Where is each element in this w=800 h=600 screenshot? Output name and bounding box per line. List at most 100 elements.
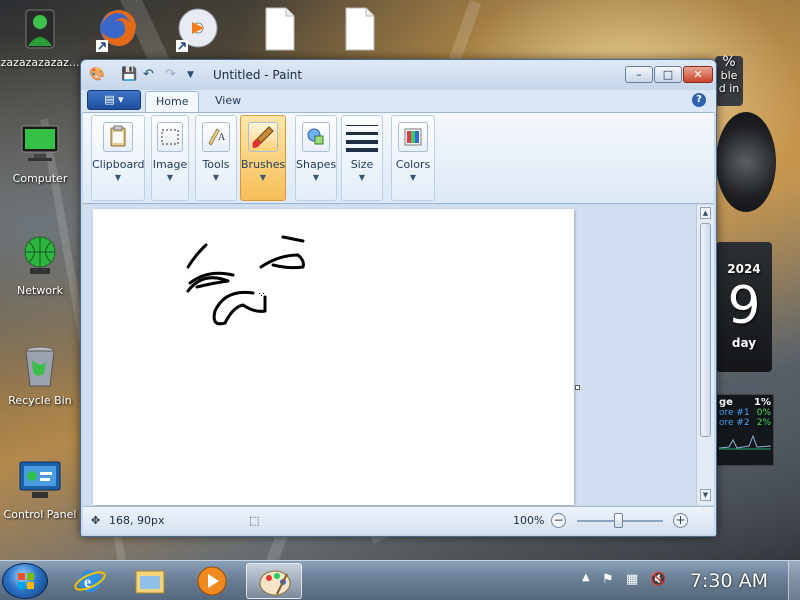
redo-icon[interactable]: ↷ xyxy=(165,67,176,83)
start-button[interactable] xyxy=(2,563,48,599)
taskbar: e ▲ ⚑ ▦ 🔇 7:30 AM xyxy=(0,560,800,600)
taskbar-clock[interactable]: 7:30 AM xyxy=(690,570,768,592)
tab-view[interactable]: View xyxy=(205,91,251,113)
volume-muted-icon[interactable]: 🔇 xyxy=(650,572,666,587)
drawing-canvas[interactable] xyxy=(93,209,574,505)
desktop-icon-recycle-bin[interactable]: Recycle Bin xyxy=(0,344,80,407)
chevron-down-icon: ▼ xyxy=(358,173,366,182)
desktop-icon-control-panel[interactable]: Control Panel xyxy=(0,458,80,521)
windows-logo-icon xyxy=(18,573,34,589)
weather-gadget[interactable]: % ble d in xyxy=(715,54,743,106)
gadget-text: % xyxy=(722,54,736,70)
ribbon-group-label: Colors xyxy=(395,158,431,171)
desktop-icon-media[interactable] xyxy=(158,6,238,56)
canvas-resize-handle[interactable] xyxy=(575,385,580,390)
desktop-icon-label: Recycle Bin xyxy=(8,394,72,407)
paint-icon xyxy=(259,570,291,596)
ribbon-group-size[interactable]: Size ▼ xyxy=(341,115,383,201)
close-button[interactable]: ✕ xyxy=(683,66,713,83)
taskbar-paint[interactable] xyxy=(246,563,302,599)
desktop-icon-label: Computer xyxy=(12,172,68,185)
ribbon-group-brushes[interactable]: Brushes ▼ xyxy=(240,115,286,201)
undo-icon[interactable]: ↶ xyxy=(143,67,154,83)
paint-window[interactable]: 🎨 💾 ↶ ↷ ▼ Untitled - Paint – □ ✕ ▤ ▾ Hom… xyxy=(80,59,717,537)
show-desktop-button[interactable] xyxy=(788,561,800,600)
cpu-total: 1% xyxy=(754,397,771,408)
desktop-icon-network[interactable]: Network xyxy=(0,234,80,297)
tab-home[interactable]: Home xyxy=(145,91,200,113)
computer-icon xyxy=(16,122,64,168)
maximize-button[interactable]: □ xyxy=(654,66,682,83)
calendar-year: 2024 xyxy=(727,262,761,276)
gadget-text: d in xyxy=(718,82,740,95)
desktop-icon-label: Network xyxy=(17,284,63,297)
network-tray-icon[interactable]: ▦ xyxy=(626,572,638,587)
ribbon-group-clipboard[interactable]: Clipboard ▼ xyxy=(91,115,145,201)
ribbon-group-image[interactable]: Image ▼ xyxy=(151,115,189,201)
recycle-bin-icon xyxy=(16,344,64,390)
help-icon[interactable]: ? xyxy=(692,93,706,107)
ribbon-group-label: Size xyxy=(350,158,374,171)
clock-gadget[interactable] xyxy=(716,112,776,212)
scroll-thumb[interactable] xyxy=(700,223,711,437)
file-explorer-icon xyxy=(135,570,165,594)
chevron-down-icon: ▼ xyxy=(312,173,320,182)
scroll-down-button[interactable]: ▼ xyxy=(700,489,711,501)
desktop-icon-computer[interactable]: Computer xyxy=(0,122,80,185)
internet-explorer-icon: e xyxy=(74,570,106,592)
cpu-gadget[interactable]: ge 1% ore #1 0% ore #2 2% xyxy=(716,394,774,466)
cpu-core-label: ore #1 xyxy=(719,408,750,418)
chevron-down-icon: ▼ xyxy=(166,173,174,182)
ribbon: Clipboard ▼ Image ▼ A Tools ▼ Brushes ▼ xyxy=(83,112,714,204)
title-bar[interactable]: 🎨 💾 ↶ ↷ ▼ Untitled - Paint – □ ✕ xyxy=(81,60,716,90)
calendar-gadget[interactable]: 2024 9 day xyxy=(716,242,772,372)
ribbon-group-label: Brushes xyxy=(241,158,286,171)
chevron-down-icon: ▼ xyxy=(114,173,122,182)
zoom-out-button[interactable]: − xyxy=(551,513,566,528)
quick-access-dropdown-icon[interactable]: ▼ xyxy=(187,70,194,86)
ribbon-group-tools[interactable]: A Tools ▼ xyxy=(195,115,237,201)
line-size-icon xyxy=(346,122,378,152)
taskbar-internet-explorer[interactable]: e xyxy=(62,563,118,599)
scroll-up-button[interactable]: ▲ xyxy=(700,207,711,219)
ribbon-group-label: Tools xyxy=(202,158,230,171)
paint-menu-button[interactable]: ▤ ▾ xyxy=(87,90,141,110)
selection-size-icon: ⬚ xyxy=(249,514,260,527)
taskbar-media-player[interactable] xyxy=(184,563,240,599)
canvas-area xyxy=(83,205,698,505)
drawing-strokes xyxy=(186,235,305,326)
calendar-weekday: day xyxy=(731,336,757,350)
save-icon[interactable]: 💾 xyxy=(121,67,137,83)
zoom-in-button[interactable]: + xyxy=(673,513,688,528)
control-panel-icon xyxy=(16,458,64,504)
action-center-flag-icon[interactable]: ⚑ xyxy=(602,572,614,587)
cpu-core-value: 2% xyxy=(756,418,771,428)
desktop-icon-document-2[interactable] xyxy=(320,6,400,56)
ribbon-group-colors[interactable]: Colors ▼ xyxy=(391,115,435,201)
chevron-down-icon: ▼ xyxy=(259,173,267,182)
vertical-scrollbar[interactable]: ▲ ▼ xyxy=(696,205,714,505)
media-player-disc-icon xyxy=(174,6,222,52)
ribbon-group-shapes[interactable]: Shapes ▼ xyxy=(295,115,337,201)
brush-icon xyxy=(248,122,278,152)
chevron-down-icon: ▼ xyxy=(409,173,417,182)
desktop-icon-user[interactable]: zazazazazaz... xyxy=(0,6,80,69)
cursor-position: 168, 90px xyxy=(109,514,165,527)
svg-text:A: A xyxy=(218,132,226,143)
show-hidden-icons[interactable]: ▲ xyxy=(582,572,590,583)
clipboard-icon xyxy=(103,122,133,152)
zoom-percent: 100% xyxy=(513,514,545,527)
firefox-icon xyxy=(94,6,142,52)
cpu-core-value: 0% xyxy=(756,408,771,418)
desktop-icon-label: zazazazazaz... xyxy=(0,56,80,69)
zoom-slider-thumb[interactable] xyxy=(614,513,623,528)
desktop-icon-document-1[interactable] xyxy=(240,6,320,56)
taskbar-explorer[interactable] xyxy=(122,563,178,599)
tools-icon: A xyxy=(202,122,230,152)
chevron-down-icon: ▼ xyxy=(212,173,220,182)
minimize-button[interactable]: – xyxy=(625,66,653,83)
cpu-core-label: ore #2 xyxy=(719,418,750,428)
gadget-text: ble xyxy=(720,69,738,82)
document-icon xyxy=(256,6,304,52)
desktop-icon-firefox[interactable] xyxy=(78,6,158,56)
